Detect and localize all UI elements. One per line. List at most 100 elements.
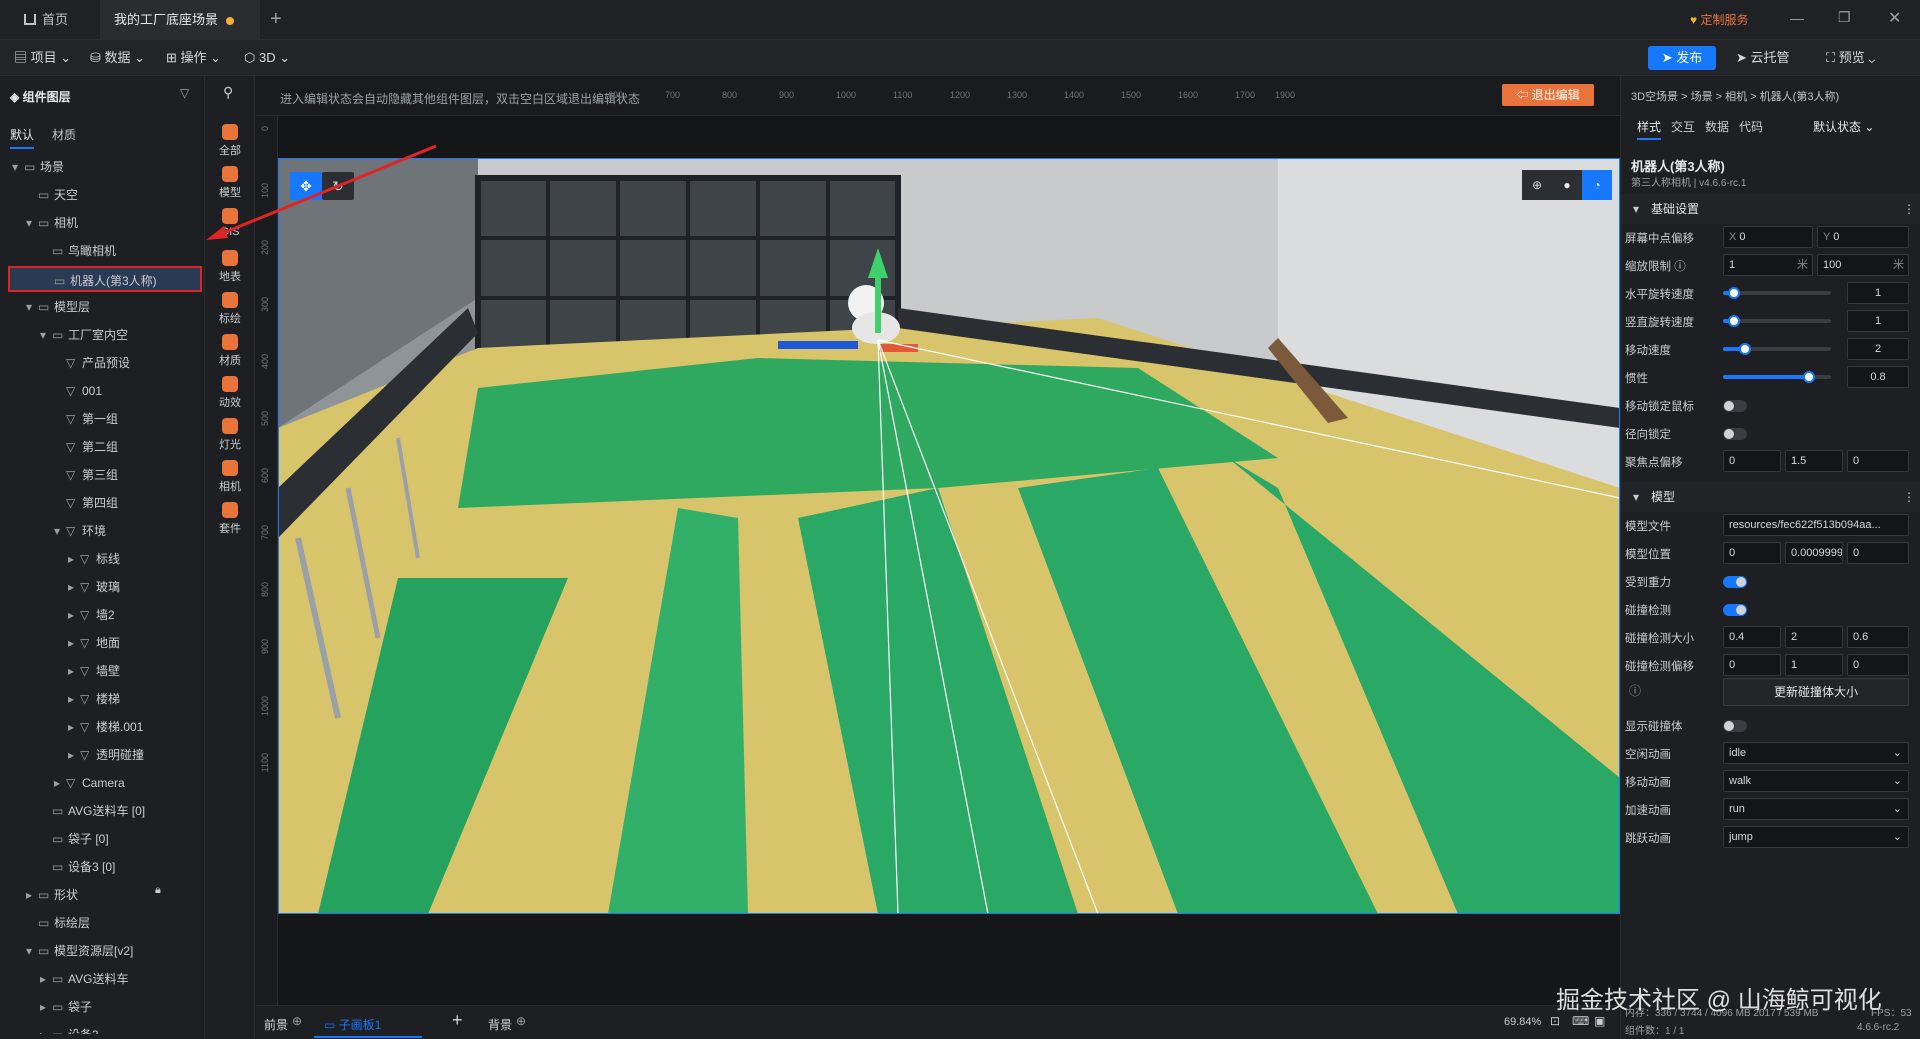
tree-item[interactable]: ▽ 第三组 <box>0 462 205 488</box>
search-icon[interactable]: ⚲ <box>223 84 233 101</box>
h-speed-slider[interactable] <box>1723 287 1831 299</box>
tree-item[interactable]: ▭ AVG送料车 [0] <box>0 798 205 824</box>
tree-item[interactable]: ▸ ▽ 标线 <box>0 546 205 572</box>
tree-item[interactable]: ▽ 001 <box>0 378 205 404</box>
expand-arrow-icon[interactable]: ▾ <box>54 518 66 544</box>
state-select[interactable]: 默认状态 ⌄ <box>1813 118 1874 135</box>
tab-data[interactable]: 数据 <box>1705 118 1729 135</box>
expand-arrow-icon[interactable]: ▸ <box>68 602 80 628</box>
slider-handle[interactable] <box>1727 287 1740 299</box>
tab-default[interactable]: 默认 <box>10 126 35 149</box>
exit-edit-button[interactable]: ⇦ 退出编辑 <box>1502 84 1594 106</box>
expand-arrow-icon[interactable]: ▸ <box>68 658 80 684</box>
tree-item[interactable]: ▾ ▭ 相机 <box>0 210 205 236</box>
expand-arrow-icon[interactable]: ▾ <box>26 294 38 320</box>
tree-item[interactable]: ▾ ▭ 模型层 <box>0 294 205 320</box>
tool-7[interactable]: 灯光 <box>205 418 255 452</box>
restore-icon[interactable]: ❐ <box>1838 9 1851 26</box>
tab-style[interactable]: 样式 <box>1637 118 1662 140</box>
idle-anim-select[interactable]: idle ⌄ <box>1723 742 1909 764</box>
model-pos-z[interactable]: 0 <box>1847 542 1909 564</box>
tree-item[interactable]: ▸ ▭ AVG送料车 <box>0 966 205 992</box>
tree-item[interactable]: ▭ 标绘层 <box>0 910 205 936</box>
col-size-x[interactable]: 0.4 <box>1723 626 1781 648</box>
focus-offset-z[interactable]: 0 <box>1847 450 1909 472</box>
screen-icon[interactable]: ▣ <box>1594 1014 1605 1028</box>
tree-item[interactable]: ▸ ▽ 地面 <box>0 630 205 656</box>
menu-3d[interactable]: ⬡ 3D ⌄ <box>244 48 290 68</box>
add-background-icon[interactable]: ⊕ <box>516 1014 526 1028</box>
tree-item[interactable]: ▽ 产品预设 <box>0 350 205 376</box>
close-icon[interactable]: ✕ <box>1888 8 1901 28</box>
expand-arrow-icon[interactable]: ▸ <box>26 882 38 908</box>
tool-3[interactable]: 地表 <box>205 250 255 284</box>
tree-item[interactable]: ▸ ▽ 墙壁 <box>0 658 205 684</box>
expand-arrow-icon[interactable]: ▾ <box>12 154 24 180</box>
preview-button[interactable]: ⛶ 预览 ⌄ <box>1826 48 1875 68</box>
tree-item[interactable]: ▸▭设备3 <box>0 1022 205 1034</box>
zoom-limit-min[interactable]: 1米 <box>1723 254 1813 276</box>
add-foreground-icon[interactable]: ⊕ <box>292 1014 302 1028</box>
tree-item[interactable]: ▭ 鸟瞰相机 <box>0 238 205 264</box>
gravity-toggle[interactable] <box>1723 576 1747 588</box>
model-pos-x[interactable]: 0 <box>1723 542 1781 564</box>
publish-button[interactable]: ➤ 发布 <box>1648 46 1716 70</box>
fit-icon[interactable]: ⊡ <box>1550 1014 1560 1028</box>
tool-8[interactable]: 相机 <box>205 460 255 494</box>
jump-anim-select[interactable]: jump ⌄ <box>1723 826 1909 848</box>
tab-foreground[interactable]: 前景 <box>264 1016 288 1033</box>
v-speed-slider[interactable] <box>1723 315 1831 327</box>
h-speed-input[interactable]: 1 <box>1847 282 1909 304</box>
focus-offset-y[interactable]: 1.5 <box>1785 450 1843 472</box>
tree-item[interactable]: ▭ 机器人(第3人称) <box>8 266 202 292</box>
col-size-y[interactable]: 2 <box>1785 626 1843 648</box>
keyboard-icon[interactable]: ⌨ <box>1572 1014 1589 1028</box>
tool-4[interactable]: 标绘 <box>205 292 255 326</box>
tab-home[interactable]: 首页 <box>10 0 82 40</box>
tree-item[interactable]: ▸ ▽ 墙2 <box>0 602 205 628</box>
model-file-select[interactable]: resources/fec622f513b094aa... <box>1723 514 1909 536</box>
add-tab-icon[interactable]: + <box>270 8 282 31</box>
tool-5[interactable]: 材质 <box>205 334 255 368</box>
tree-item[interactable]: ▽ 第一组 <box>0 406 205 432</box>
col-offset-x[interactable]: 0 <box>1723 654 1781 676</box>
tree-item[interactable]: ▭ 天空 <box>0 182 205 208</box>
move-speed-slider[interactable] <box>1723 343 1831 355</box>
expand-arrow-icon[interactable]: ▸ <box>54 770 66 796</box>
tree-item[interactable]: ▽ 第四组 <box>0 490 205 516</box>
acc-anim-select[interactable]: run ⌄ <box>1723 798 1909 820</box>
tree-item[interactable]: ▸ ▽ 透明碰撞 <box>0 742 205 768</box>
tool-9[interactable]: 套件 <box>205 502 255 536</box>
tree-item[interactable]: ▸ ▽ 楼梯.001 <box>0 714 205 740</box>
slider-handle[interactable] <box>1738 343 1751 355</box>
slider-handle[interactable] <box>1727 315 1740 327</box>
help-icon[interactable]: ⓘ <box>1674 261 1686 273</box>
orbit-icon[interactable]: ◔ <box>1582 170 1612 200</box>
radial-lock-toggle[interactable] <box>1723 428 1747 440</box>
zoom-limit-max[interactable]: 100 米 <box>1817 254 1909 276</box>
tree-item[interactable]: ▭ 设备3 [0] <box>0 854 205 880</box>
tree-item[interactable]: ▽ 第二组 <box>0 434 205 460</box>
expand-arrow-icon[interactable]: ▸ <box>68 714 80 740</box>
zoom-level[interactable]: 69.84% <box>1504 1016 1541 1028</box>
expand-arrow-icon[interactable]: ▸ <box>68 686 80 712</box>
tab-interact[interactable]: 交互 <box>1671 118 1695 135</box>
tab-board[interactable]: ▭ 子画板1 <box>314 1012 422 1038</box>
model-pos-y[interactable]: 0.0009999 <box>1785 542 1843 564</box>
lock-icon[interactable]: 🔒︎ <box>155 884 161 897</box>
globe-icon[interactable]: ⊕ <box>1522 170 1552 200</box>
more-model-icon[interactable]: ⋮ <box>1903 482 1915 512</box>
expand-arrow-icon[interactable]: ▸ <box>68 742 80 768</box>
inertia-input[interactable]: 0.8 <box>1847 366 1909 388</box>
menu-project[interactable]: ▤ 项目 ⌄ <box>14 48 71 68</box>
more-icon[interactable]: ⋮ <box>1903 194 1915 224</box>
inertia-slider[interactable] <box>1723 371 1831 383</box>
tree-item[interactable]: ▸ ▽ 玻璃 <box>0 574 205 600</box>
section-model[interactable]: ▾ 模型 ⋮ <box>1621 482 1920 512</box>
tool-6[interactable]: 动效 <box>205 376 255 410</box>
tree-item[interactable]: ▸ ▭ 袋子 <box>0 994 205 1020</box>
tree-item[interactable]: ▭ 袋子 [0] <box>0 826 205 852</box>
lock-mouse-toggle[interactable] <box>1723 400 1747 412</box>
expand-arrow-icon[interactable]: ▸ <box>40 1022 52 1034</box>
screen-offset-x[interactable]: X 0 <box>1723 226 1813 248</box>
